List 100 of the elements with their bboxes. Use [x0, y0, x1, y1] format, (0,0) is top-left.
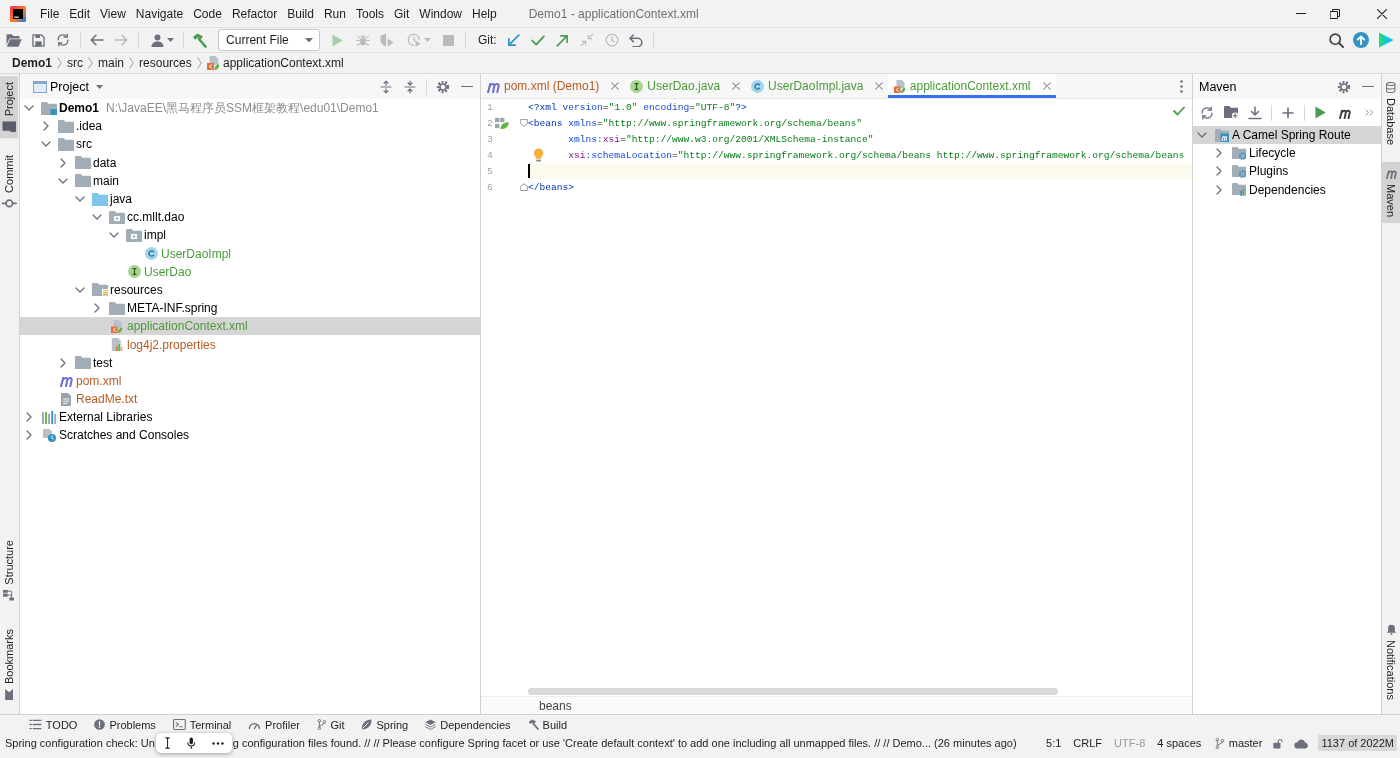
- sync-icon[interactable]: [1200, 105, 1214, 120]
- lock-icon[interactable]: [1273, 737, 1283, 749]
- tool-window-button[interactable]: Git: [316, 718, 345, 731]
- lightbulb-icon[interactable]: [533, 148, 545, 162]
- chevron-right-icon[interactable]: [26, 430, 32, 441]
- sync-icon[interactable]: [56, 33, 71, 47]
- tree-item[interactable]: Dependencies: [1193, 180, 1381, 199]
- checkmark-icon[interactable]: [1173, 106, 1185, 116]
- close-icon[interactable]: [1377, 8, 1387, 19]
- text-cursor-icon[interactable]: [164, 737, 170, 749]
- menu-item[interactable]: Git: [388, 6, 415, 21]
- minimize-icon[interactable]: [1362, 85, 1374, 88]
- tree-item[interactable]: test: [20, 353, 480, 372]
- tree-item[interactable]: impl: [20, 226, 480, 245]
- minimize-icon[interactable]: [461, 85, 473, 88]
- checkmark-icon[interactable]: [531, 34, 546, 46]
- tree-item[interactable]: src: [20, 135, 480, 154]
- tree-item[interactable]: Scratches and Consoles: [20, 426, 480, 445]
- chevron-right-icon[interactable]: [60, 157, 66, 168]
- update-icon[interactable]: [1353, 32, 1369, 48]
- tree-item[interactable]: Lifecycle: [1193, 144, 1381, 163]
- chevron-down-icon[interactable]: [75, 196, 85, 203]
- caret-position[interactable]: 5:1: [1046, 737, 1062, 749]
- bean-icon[interactable]: [495, 117, 509, 129]
- chevron-right-icon[interactable]: [1216, 184, 1222, 195]
- tree-item[interactable]: .idea: [20, 117, 480, 136]
- up-right-arrow-icon[interactable]: [556, 33, 570, 47]
- breadcrumb[interactable]: Demo1: [12, 56, 52, 70]
- tree-item[interactable]: A Camel Spring Route: [1193, 126, 1381, 145]
- fold-icon[interactable]: [519, 183, 528, 191]
- tree-item[interactable]: UserDao: [20, 262, 480, 281]
- memory-indicator[interactable]: 1137 of 2022M: [1318, 735, 1397, 751]
- menu-item[interactable]: Refactor: [226, 6, 283, 21]
- person-icon[interactable]: [150, 33, 164, 47]
- chevron-right-icon[interactable]: [1216, 166, 1222, 177]
- back-arrow-icon[interactable]: [89, 34, 104, 46]
- settings-icon[interactable]: [1337, 79, 1351, 94]
- plus-icon[interactable]: [1282, 106, 1294, 119]
- chevron-right-icon[interactable]: [1216, 148, 1222, 159]
- folder-icon[interactable]: [6, 33, 23, 47]
- tool-window-tab[interactable]: Notifications: [1382, 618, 1400, 706]
- code-line[interactable]: xsi:schemaLocation="http://www.springframework.org/schema/beans http://www.springframework.org/schema/beans: [568, 147, 1185, 163]
- undo-icon[interactable]: [629, 33, 644, 47]
- expand-all-icon[interactable]: [380, 79, 392, 94]
- collapse-all-icon[interactable]: [404, 79, 416, 94]
- menu-item[interactable]: File: [35, 6, 65, 21]
- code-line[interactable]: <beans xmlns="http://www.springframework.org/schema/beans": [528, 115, 862, 131]
- tool-window-tab[interactable]: Commit: [0, 149, 18, 216]
- double-chevron-icon[interactable]: [1364, 109, 1374, 116]
- breadcrumb[interactable]: applicationContext.xml: [206, 56, 344, 70]
- tree-item[interactable]: Plugins: [1193, 162, 1381, 181]
- menu-item[interactable]: Tools: [350, 6, 389, 21]
- run-icon[interactable]: [1315, 106, 1327, 119]
- tree-item[interactable]: data: [20, 153, 480, 172]
- tool-window-button[interactable]: Build: [527, 718, 568, 731]
- download-icon[interactable]: [1248, 105, 1262, 120]
- chevron-down-icon[interactable]: [58, 177, 68, 184]
- editor-tab[interactable]: pom.xml (Demo1): [481, 74, 625, 98]
- code-line[interactable]: xmlns:xsi="http://www.w3.org/2001/XMLSchema-instance": [568, 131, 874, 147]
- menu-item[interactable]: View: [95, 6, 131, 21]
- menu-item[interactable]: Edit: [64, 6, 96, 21]
- indent-setting[interactable]: 4 spaces: [1157, 737, 1202, 749]
- tool-window-tab[interactable]: Project: [0, 76, 18, 139]
- tree-item[interactable]: cc.mllt.dao: [20, 208, 480, 227]
- tool-window-tab[interactable]: Database: [1382, 76, 1400, 152]
- tool-window-button[interactable]: Dependencies: [425, 718, 511, 731]
- restore-icon[interactable]: [1330, 8, 1340, 19]
- horizontal-scrollbar[interactable]: [528, 687, 1058, 695]
- menu-item[interactable]: Navigate: [130, 6, 189, 21]
- breadcrumb[interactable]: main: [98, 56, 125, 70]
- chevron-right-icon[interactable]: [43, 121, 49, 132]
- code-line[interactable]: </beans>: [528, 179, 575, 195]
- run-config-dropdown[interactable]: Current File: [218, 29, 320, 51]
- tree-item[interactable]: META-INF.spring: [20, 299, 480, 318]
- microphone-icon[interactable]: [186, 737, 196, 749]
- breadcrumb[interactable]: resources: [139, 56, 192, 70]
- tool-window-tab[interactable]: Maven: [1382, 162, 1400, 224]
- chevron-right-icon[interactable]: [26, 412, 32, 423]
- chevron-down-icon[interactable]: [109, 232, 119, 239]
- app-logo-icon[interactable]: [10, 5, 26, 22]
- tool-window-tab[interactable]: Bookmarks: [0, 622, 18, 706]
- tree-item[interactable]: Demo1 N:\JavaEE\黑马程序员SSM框架教程\edu01\Demo1: [20, 99, 480, 118]
- chevron-down-icon[interactable]: [92, 214, 102, 221]
- breadcrumb[interactable]: src: [67, 56, 83, 70]
- panel-title-dropdown[interactable]: Project: [50, 79, 103, 94]
- chevron-down-icon[interactable]: [24, 105, 34, 112]
- chevron-right-icon[interactable]: [60, 357, 66, 368]
- tree-item[interactable]: java: [20, 189, 480, 209]
- settings-icon[interactable]: [436, 79, 450, 94]
- menu-item[interactable]: Code: [188, 6, 227, 21]
- tree-item[interactable]: External Libraries: [20, 408, 480, 427]
- tree-item[interactable]: log4j2.properties: [20, 335, 480, 354]
- tool-window-button[interactable]: Problems: [94, 718, 156, 731]
- vcs-branch[interactable]: master: [1215, 737, 1263, 749]
- search-icon[interactable]: [1329, 32, 1344, 48]
- tree-item[interactable]: ReadMe.txt: [20, 390, 480, 409]
- folder-icon[interactable]: [1223, 106, 1239, 119]
- tree-item[interactable]: resources: [20, 280, 480, 300]
- tool-window-button[interactable]: Spring: [361, 718, 409, 731]
- chevron-down-icon[interactable]: [1197, 132, 1207, 139]
